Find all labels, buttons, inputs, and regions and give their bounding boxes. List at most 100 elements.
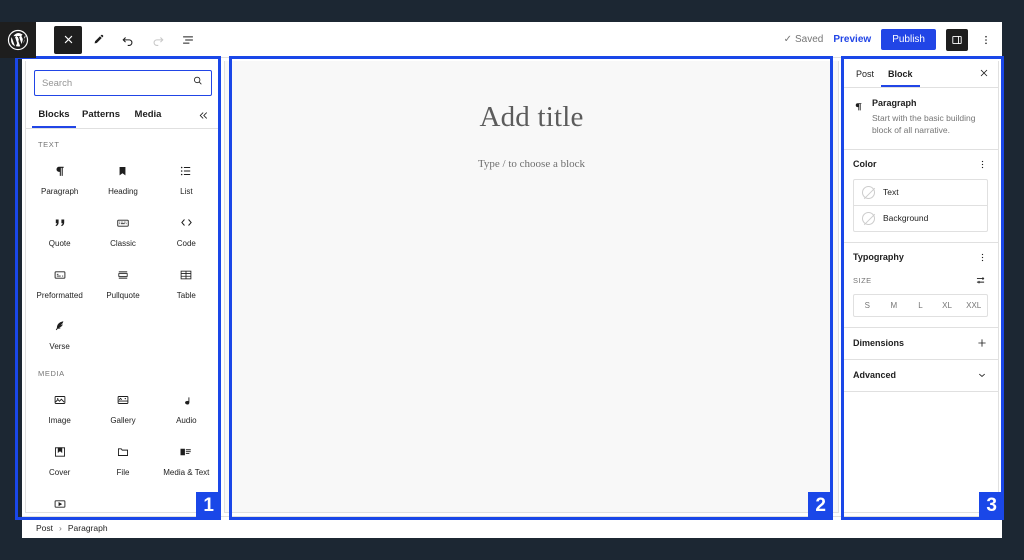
dimensions-panel[interactable]: Dimensions <box>843 328 998 360</box>
undo-button[interactable] <box>114 26 142 54</box>
classic-icon <box>116 215 130 231</box>
block-item-pullquote[interactable]: Pullquote <box>91 255 154 307</box>
more-options-button[interactable] <box>978 34 994 46</box>
advanced-panel[interactable]: Advanced <box>843 360 998 392</box>
block-description: Start with the basic building block of a… <box>872 113 976 136</box>
publish-button[interactable]: Publish <box>881 29 936 50</box>
video-icon <box>53 496 67 512</box>
block-label: Pullquote <box>106 290 140 300</box>
close-editor-button[interactable] <box>54 25 82 54</box>
preformatted-icon <box>53 267 67 283</box>
cover-icon <box>53 444 67 460</box>
font-size-label: SIZE <box>853 275 872 285</box>
color-row-label: Background <box>883 213 929 224</box>
editor-canvas: Add title Type / to choose a block <box>224 58 842 516</box>
pullquote-icon <box>116 267 130 283</box>
typography-panel-title: Typography <box>853 252 904 263</box>
color-row-text[interactable]: Text <box>854 180 987 205</box>
color-panel: Color Text Background <box>843 150 998 243</box>
close-inserter-icon[interactable] <box>197 109 214 122</box>
wordpress-logo-icon[interactable] <box>0 21 36 58</box>
redo-button[interactable] <box>144 26 172 54</box>
size-option-xxl[interactable]: XXL <box>960 295 987 316</box>
block-label: Gallery <box>110 416 136 426</box>
size-option-s[interactable]: S <box>854 295 881 316</box>
quote-icon <box>53 215 67 231</box>
block-item-verse[interactable]: Verse <box>28 306 91 358</box>
typography-panel: Typography SIZE S M L XL XXL <box>843 243 998 328</box>
plus-icon[interactable] <box>976 337 988 349</box>
image-icon <box>53 392 67 408</box>
block-name: Paragraph <box>872 98 917 108</box>
block-item-heading[interactable]: Heading <box>91 151 154 203</box>
block-label: Image <box>48 416 71 426</box>
block-item-file[interactable]: File <box>91 432 154 484</box>
block-label: Preformatted <box>36 290 83 300</box>
close-sidebar-icon[interactable] <box>979 68 992 81</box>
inserter-search-row: Search <box>26 61 220 102</box>
paragraph-icon <box>53 163 67 179</box>
chevron-down-icon[interactable] <box>976 369 988 381</box>
size-option-l[interactable]: L <box>907 295 934 316</box>
breadcrumb-item-post[interactable]: Post <box>36 523 53 533</box>
tab-blocks[interactable]: Blocks <box>32 102 76 128</box>
search-placeholder: Search <box>42 77 73 89</box>
settings-tabs: Post Block <box>843 61 998 88</box>
edit-tool-button[interactable] <box>84 26 112 54</box>
block-item-paragraph[interactable]: Paragraph <box>28 151 91 203</box>
block-label: Quote <box>48 238 71 248</box>
block-item-quote[interactable]: Quote <box>28 203 91 255</box>
block-label: Paragraph <box>40 187 79 196</box>
block-item-preformatted[interactable]: Preformatted <box>28 255 91 307</box>
block-item-table[interactable]: Table <box>155 255 218 307</box>
text-color-swatch[interactable] <box>862 185 875 199</box>
gallery-icon <box>116 392 130 408</box>
breadcrumb-item-paragraph[interactable]: Paragraph <box>68 523 108 533</box>
block-list[interactable]: TEXT Paragraph Heading List Quote Classi… <box>26 129 220 512</box>
tab-post[interactable]: Post <box>849 61 881 87</box>
tab-patterns[interactable]: Patterns <box>76 102 126 128</box>
block-label: Verse <box>49 342 70 352</box>
block-item-audio[interactable]: Audio <box>155 380 218 432</box>
code-icon <box>179 215 194 231</box>
preview-button[interactable]: Preview <box>833 34 871 45</box>
color-row-label: Text <box>883 187 899 198</box>
list-view-button[interactable] <box>174 26 202 54</box>
media-text-icon <box>179 444 193 460</box>
editor-header: ✓ Saved Preview Publish <box>0 21 1002 58</box>
settings-sidebar-toggle-button[interactable] <box>946 28 968 51</box>
breadcrumb: Post › Paragraph <box>22 516 1002 538</box>
block-item-image[interactable]: Image <box>28 380 91 432</box>
search-input[interactable]: Search <box>34 70 212 96</box>
sliders-icon[interactable] <box>975 274 988 287</box>
inserter-tabs: Blocks Patterns Media <box>26 102 220 129</box>
header-tools <box>36 25 202 54</box>
editor-body: Search Blocks Patterns Media TEXT Paragr… <box>22 58 1002 516</box>
block-label: Table <box>176 290 196 300</box>
background-color-swatch[interactable] <box>862 211 875 225</box>
block-label: Classic <box>110 238 136 248</box>
tab-block[interactable]: Block <box>881 61 920 87</box>
block-label: Code <box>176 238 196 248</box>
post-title-input[interactable]: Add title <box>479 101 583 134</box>
block-item-media-text[interactable]: Media & Text <box>155 432 218 484</box>
block-grid-text: Paragraph Heading List Quote Classic Cod… <box>28 151 218 358</box>
post-body-placeholder[interactable]: Type / to choose a block <box>478 158 585 170</box>
block-item-list[interactable]: List <box>155 151 218 203</box>
typography-options-icon[interactable] <box>977 252 988 263</box>
tab-media[interactable]: Media <box>126 102 170 128</box>
block-item-classic[interactable]: Classic <box>91 203 154 255</box>
color-options-icon[interactable] <box>977 159 988 170</box>
block-label: Media & Text <box>163 467 210 477</box>
verse-icon <box>53 318 67 334</box>
block-item-code[interactable]: Code <box>155 203 218 255</box>
color-row-background[interactable]: Background <box>854 204 987 231</box>
block-item-cover[interactable]: Cover <box>28 432 91 484</box>
block-item-video[interactable] <box>28 484 91 512</box>
font-size-selector[interactable]: S M L XL XXL <box>853 293 988 317</box>
file-icon <box>116 444 130 460</box>
size-option-m[interactable]: M <box>881 295 908 316</box>
category-label-text: TEXT <box>38 140 60 149</box>
block-item-gallery[interactable]: Gallery <box>91 380 154 432</box>
size-option-xl[interactable]: XL <box>934 295 961 316</box>
